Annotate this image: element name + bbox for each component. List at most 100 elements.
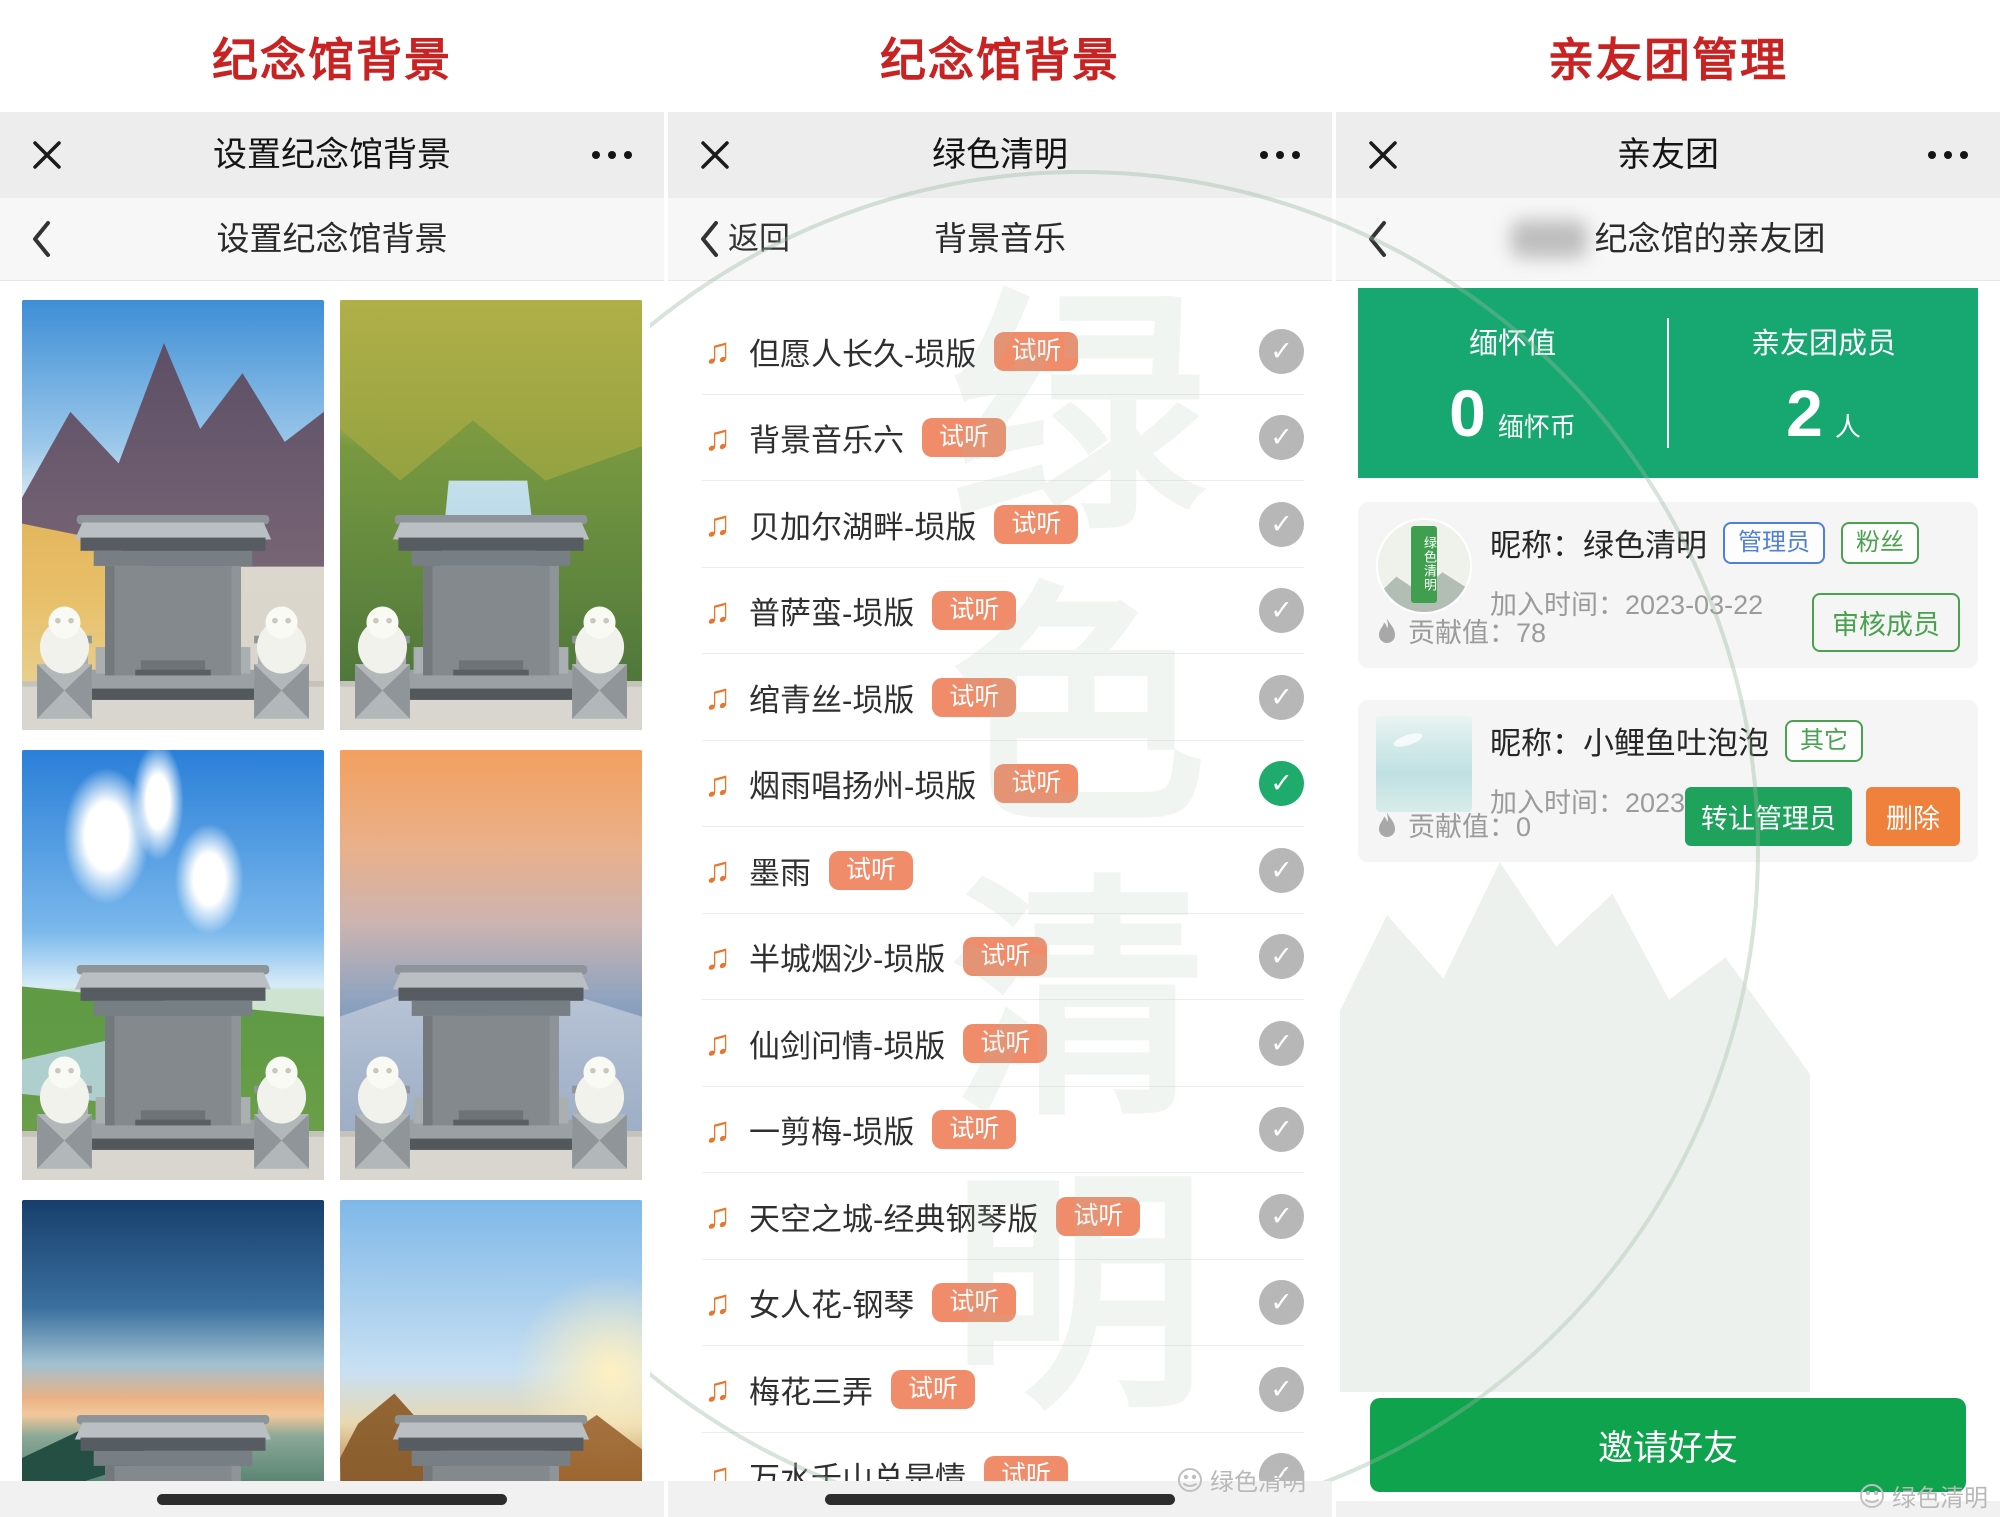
track-check-icon[interactable]: ✓: [1259, 848, 1304, 893]
audition-badge[interactable]: 试听: [932, 1283, 1016, 1322]
memorial-value-label: 缅怀值: [1469, 320, 1556, 362]
flame-icon: [1376, 811, 1398, 839]
music-note-icon: ♫: [704, 593, 731, 629]
navbar-title: 绿色清明: [748, 112, 1252, 198]
member-count-number: 2: [1786, 380, 1823, 446]
music-track-row[interactable]: ♫ 一剪梅-埙版 试听 ✓: [668, 1087, 1332, 1174]
audition-badge[interactable]: 试听: [829, 851, 913, 890]
track-name: 烟雨唱扬州-埙版: [749, 761, 976, 806]
music-track-row[interactable]: ♫ 天空之城-经典钢琴版 试听 ✓: [668, 1173, 1332, 1260]
music-note-icon: ♫: [704, 1025, 731, 1061]
audition-badge[interactable]: 试听: [963, 937, 1047, 976]
music-track-row[interactable]: ♫ 仙剑问情-埙版 试听 ✓: [668, 1000, 1332, 1087]
music-track-row[interactable]: ♫ 普萨蛮-埙版 试听 ✓: [668, 568, 1332, 655]
review-members-button[interactable]: 审核成员: [1812, 593, 1960, 652]
music-note-icon: ♫: [704, 1285, 731, 1321]
audition-badge[interactable]: 试听: [994, 332, 1078, 371]
music-track-row[interactable]: ♫ 绾青丝-埙版 试听 ✓: [668, 654, 1332, 741]
navbar-title: 设置纪念馆背景: [80, 112, 584, 198]
redacted-memorial-name: [1511, 220, 1587, 258]
fan-badge[interactable]: 粉丝: [1841, 522, 1919, 564]
home-indicator[interactable]: [157, 1494, 507, 1505]
track-check-icon[interactable]: ✓: [1259, 1367, 1304, 1412]
track-check-icon[interactable]: ✓: [1259, 588, 1304, 633]
navbar: 设置纪念馆背景: [0, 112, 664, 198]
track-check-icon[interactable]: ✓: [1259, 415, 1304, 460]
track-name: 天空之城-经典钢琴版: [749, 1194, 1038, 1239]
music-track-row[interactable]: ♫ 半城烟沙-埙版 试听 ✓: [668, 914, 1332, 1001]
brand-watermark: 绿色清明: [1177, 1462, 1306, 1497]
background-grid: [22, 300, 642, 1481]
background-option-great-wall-memorial[interactable]: [340, 1200, 642, 1481]
audition-badge[interactable]: 试听: [891, 1370, 975, 1409]
member-count-label: 亲友团成员: [1751, 320, 1896, 362]
close-icon[interactable]: [1366, 138, 1400, 172]
music-track-row[interactable]: ♫ 烟雨唱扬州-埙版 试听 ✓: [668, 741, 1332, 828]
back-icon[interactable]: [30, 219, 52, 259]
music-track-row[interactable]: ♫ 梅花三弄 试听 ✓: [668, 1346, 1332, 1433]
audition-badge[interactable]: 试听: [932, 678, 1016, 717]
audition-badge[interactable]: 试听: [1056, 1197, 1140, 1236]
memorial-value-unit: 缅怀币: [1498, 407, 1576, 444]
track-check-icon[interactable]: ✓: [1259, 329, 1304, 374]
admin-badge[interactable]: 管理员: [1723, 522, 1825, 564]
member-nickname: 昵称：绿色清明: [1490, 520, 1707, 565]
avatar-scroll-art: 绿色清明: [1411, 526, 1437, 603]
audition-badge[interactable]: 试听: [932, 1110, 1016, 1149]
audition-badge[interactable]: 试听: [994, 505, 1078, 544]
subheader-title-text: 纪念馆的亲友团: [1595, 198, 1826, 280]
background-option-grassland-sky-memorial[interactable]: [22, 750, 324, 1180]
track-check-icon[interactable]: ✓: [1259, 1194, 1304, 1239]
music-note-icon: ♫: [704, 1371, 731, 1407]
section-heading: 纪念馆背景: [0, 24, 664, 90]
track-check-icon[interactable]: ✓: [1259, 1107, 1304, 1152]
more-menu-icon[interactable]: [592, 151, 632, 159]
music-track-row[interactable]: ♫ 贝加尔湖畔-埙版 试听 ✓: [668, 481, 1332, 568]
member-contribution: 贡献值：0: [1376, 805, 1531, 844]
track-check-icon[interactable]: ✓: [1259, 934, 1304, 979]
track-check-icon[interactable]: ✓: [1259, 502, 1304, 547]
back-icon[interactable]: [1366, 219, 1388, 259]
delete-member-button[interactable]: 删除: [1866, 787, 1960, 846]
audition-badge[interactable]: 试听: [932, 591, 1016, 630]
track-check-icon[interactable]: ✓: [1259, 1021, 1304, 1066]
background-option-misty-valley-memorial[interactable]: [22, 1200, 324, 1481]
avatar-art: [1392, 731, 1424, 750]
more-menu-icon[interactable]: [1260, 151, 1300, 159]
section-heading: 亲友团管理: [1336, 24, 2000, 90]
track-name: 普萨蛮-埙版: [749, 588, 914, 633]
navbar-title: 亲友团: [1416, 112, 1920, 198]
track-name: 贝加尔湖畔-埙版: [749, 502, 976, 547]
back-icon[interactable]: [698, 219, 720, 259]
background-option-forest-waterfall-memorial[interactable]: [340, 300, 642, 730]
track-check-icon[interactable]: ✓: [1259, 761, 1304, 806]
music-note-icon: ♫: [704, 1198, 731, 1234]
background-option-sunset-clouds-memorial[interactable]: [340, 750, 642, 1180]
audition-badge[interactable]: 试听: [922, 418, 1006, 457]
transfer-admin-button[interactable]: 转让管理员: [1685, 787, 1852, 846]
music-track-row[interactable]: ♫ 背景音乐六 试听 ✓: [668, 395, 1332, 482]
close-icon[interactable]: [698, 138, 732, 172]
music-track-list: ♫ 但愿人长久-埙版 试听 ✓ ♫ 背景音乐六 试听 ✓ ♫ 贝加尔湖畔-埙版 …: [668, 308, 1332, 1517]
background-option-autumn-mountain-memorial[interactable]: [22, 300, 324, 730]
music-track-row[interactable]: ♫ 但愿人长久-埙版 试听 ✓: [668, 308, 1332, 395]
track-name: 梅花三弄: [749, 1367, 873, 1412]
section-heading: 纪念馆背景: [668, 24, 1332, 90]
audition-badge[interactable]: 试听: [994, 764, 1078, 803]
home-indicator[interactable]: [825, 1494, 1175, 1505]
more-menu-icon[interactable]: [1928, 151, 1968, 159]
track-check-icon[interactable]: ✓: [1259, 1280, 1304, 1325]
group-stats-card: 缅怀值 0 缅怀币 亲友团成员 2 人: [1358, 288, 1978, 478]
track-name: 但愿人长久-埙版: [749, 329, 976, 374]
other-badge[interactable]: 其它: [1785, 720, 1863, 762]
member-count-unit: 人: [1835, 407, 1861, 444]
track-check-icon[interactable]: ✓: [1259, 675, 1304, 720]
music-note-icon: ♫: [704, 939, 731, 975]
music-track-row[interactable]: ♫ 女人花-钢琴 试听 ✓: [668, 1260, 1332, 1347]
member-card: 昵称：小鲤鱼吐泡泡 其它 加入时间：2023-03-20 贡献值：0 转让管理员…: [1358, 700, 1978, 862]
background-gallery: [22, 300, 642, 1481]
close-icon[interactable]: [30, 138, 64, 172]
music-track-row[interactable]: ♫ 墨雨 试听 ✓: [668, 827, 1332, 914]
audition-badge[interactable]: 试听: [963, 1024, 1047, 1063]
flame-icon: [1376, 617, 1398, 645]
